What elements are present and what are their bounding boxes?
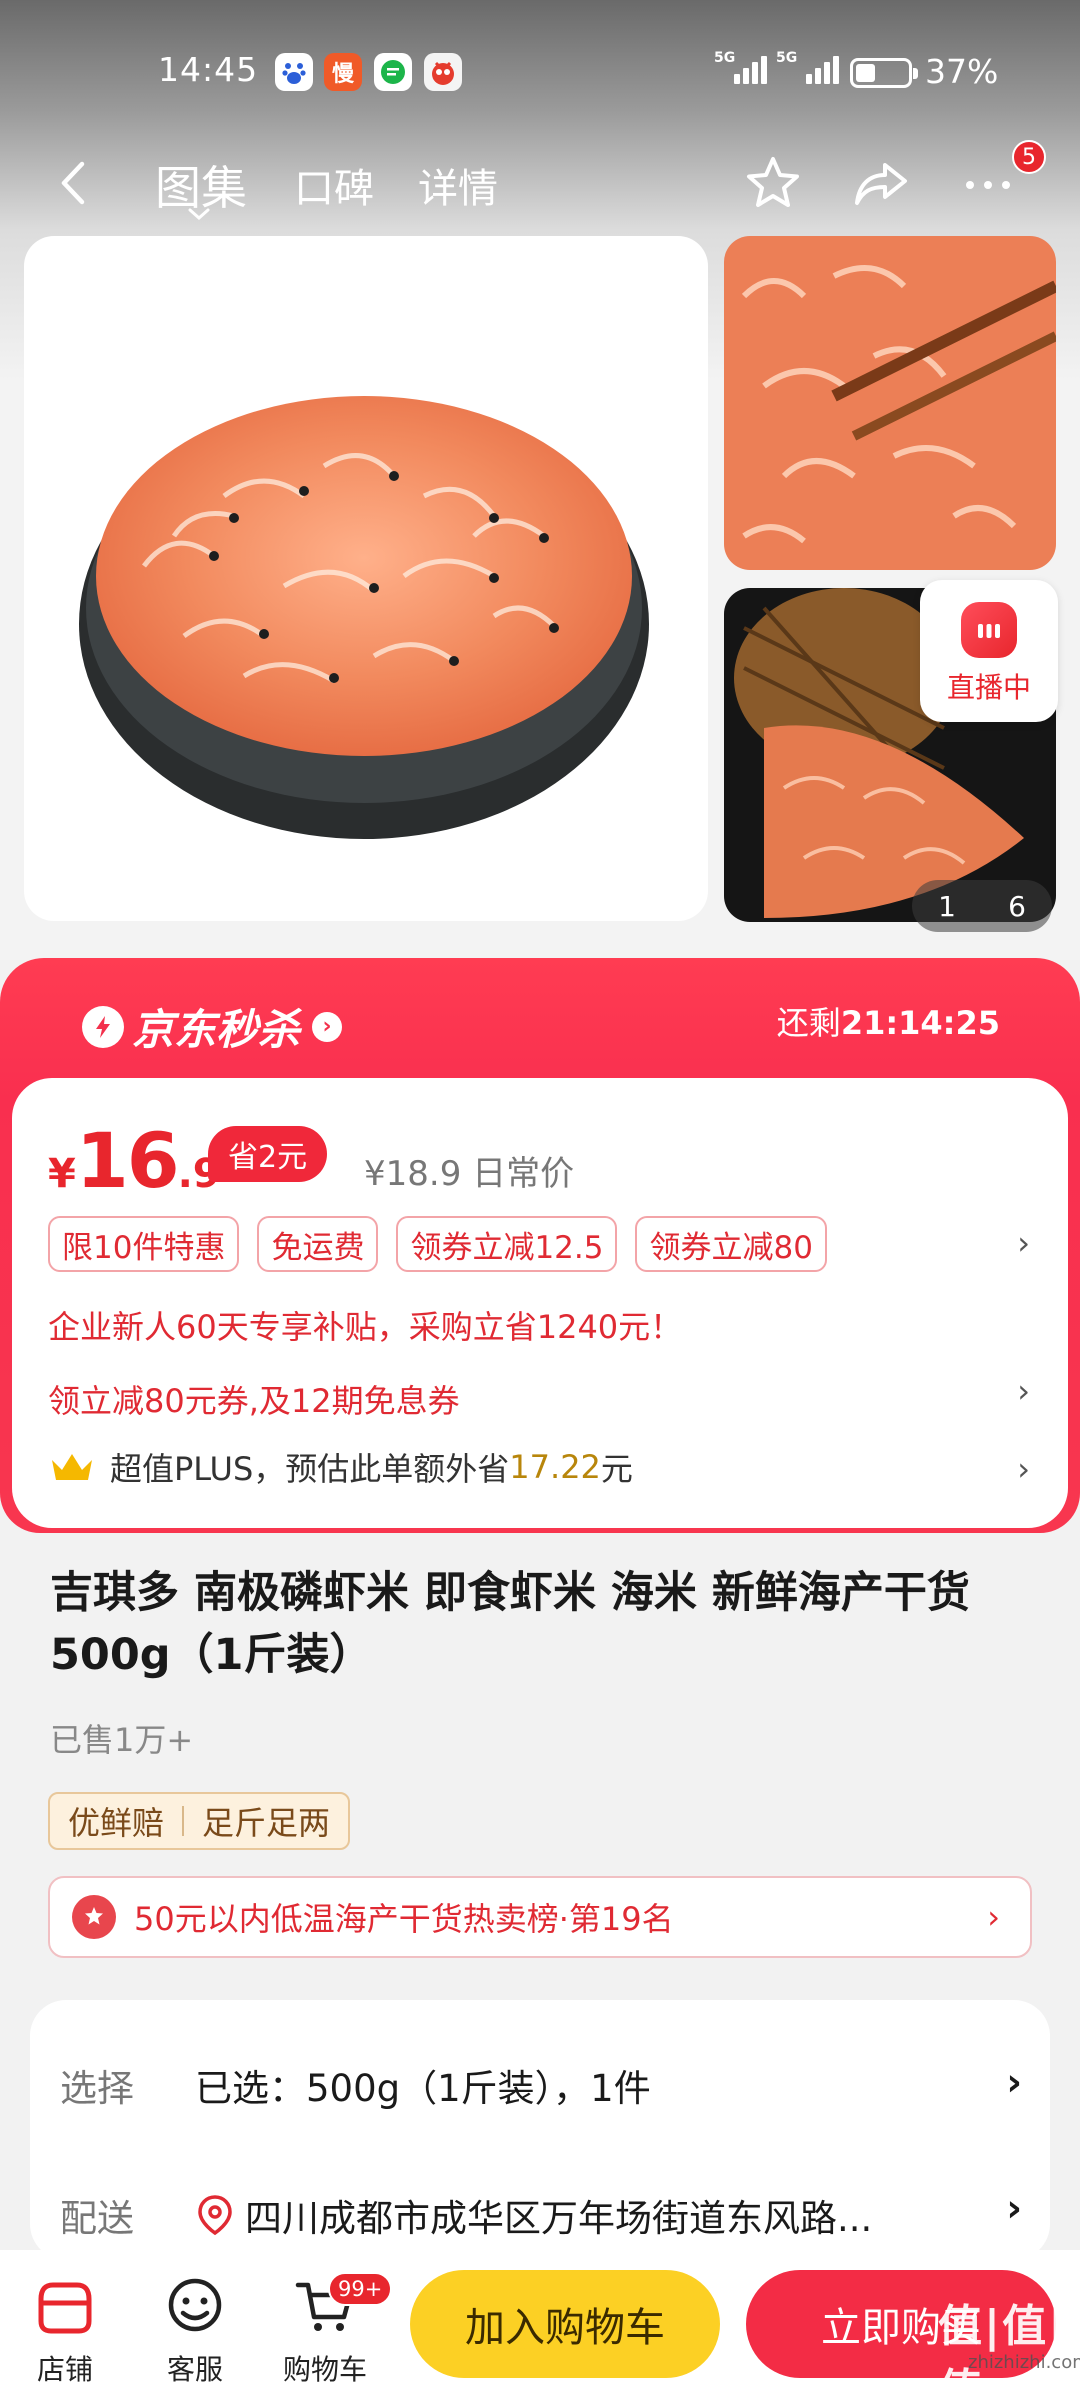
watermark-logo: 值|值|值	[938, 2301, 1067, 2400]
ranking-bar[interactable]: 50元以内低温海产干货热卖榜·第19名 ›	[48, 1876, 1032, 1958]
bottom-action-bar: 店铺 客服 购物车 99+ 加入购物车 立即购买	[0, 2250, 1080, 2400]
more-icon	[966, 181, 1010, 189]
chevron-right-icon[interactable]: ›	[1006, 2186, 1022, 2230]
product-title: 吉琪多 南极磷虾米 即食虾米 海米 新鲜海产干货 500g（1斤装）	[50, 1568, 970, 1680]
select-label: 选择	[60, 2067, 134, 2110]
promo-tags[interactable]: 限10件特惠 免运费 领券立减12.5 领券立减80	[48, 1216, 827, 1272]
cart-badge: 99+	[328, 2272, 393, 2306]
message-badge: 5	[1012, 140, 1046, 174]
status-time: 14:45	[158, 50, 259, 89]
ranking-chevron-icon: ›	[987, 1898, 1000, 1936]
manman-icon: 慢	[324, 53, 362, 91]
lightning-icon	[82, 1005, 124, 1048]
coupon-chevron-icon[interactable]: ›	[1017, 1372, 1030, 1410]
dried-shrimp-closeup-image	[724, 236, 1056, 570]
plus-savings-row[interactable]: 超值PLUS ，预估此单额外省 17.22 元	[48, 1444, 633, 1490]
enterprise-subsidy-text[interactable]: 企业新人60天专享补贴，采购立省1240元！	[48, 1302, 682, 1348]
flash-sale-link[interactable]: 京东秒杀 ›	[82, 996, 343, 1057]
baidu-icon	[275, 53, 313, 91]
nav-bar: 图集 口碑 详情 5	[0, 140, 1080, 230]
shrimp-bowl-image	[79, 396, 649, 839]
timer-value: 21:14:25	[840, 1004, 1000, 1042]
chevron-right-icon: ›	[312, 1011, 343, 1042]
promo-tag: 免运费	[257, 1216, 379, 1272]
battery-icon	[850, 58, 918, 88]
timer-label: 还剩	[776, 1004, 841, 1042]
ranking-text: 50元以内低温海产干货热卖榜·第19名	[134, 1900, 674, 1938]
main-product-image[interactable]	[24, 236, 708, 921]
select-value: 已选：500g（1斤装），1件	[195, 2067, 651, 2110]
game-icon	[424, 53, 462, 91]
shop-icon	[30, 2272, 100, 2342]
delivery-address: 四川成都市成华区万年场街道东风路...	[245, 2197, 873, 2240]
selection-card: 选择 已选：500g（1斤装），1件 › 配送 四川成都市成华区万年场街道东风路…	[30, 2000, 1050, 2260]
favorite-button[interactable]	[740, 150, 806, 216]
chevron-left-icon	[61, 161, 85, 205]
live-stream-button[interactable]: 直播中	[920, 580, 1058, 722]
customer-service-icon	[160, 2272, 230, 2342]
chat-icon	[374, 53, 412, 91]
plus-chevron-icon[interactable]: ›	[1017, 1450, 1030, 1488]
customer-service-button[interactable]: 客服	[140, 2272, 250, 2388]
customer-service-label: 客服	[166, 2353, 223, 2386]
plus-amount: 17.22	[509, 1448, 601, 1486]
cart-button[interactable]: 购物车 99+	[270, 2272, 393, 2388]
service-tags[interactable]: 优鲜赔 足斤足两	[48, 1792, 351, 1850]
service-tag: 足斤足两	[202, 1804, 331, 1842]
price-card: ¥ 16 .9 省2元 ¥18.9 日常价 限10件特惠 免运费 领券立减12.…	[12, 1078, 1068, 1528]
delivery-row[interactable]: 配送 四川成都市成华区万年场街道东风路...	[60, 2188, 872, 2242]
medal-icon	[72, 1895, 116, 1939]
flash-sale-title: 京东秒杀	[132, 1005, 301, 1054]
promo-tag: 限10件特惠	[48, 1216, 240, 1272]
coupon-line[interactable]: 领立减80元券,及12期免息券	[48, 1376, 460, 1422]
watermark-url: zhizhizhi.com	[968, 2352, 1080, 2373]
signal-1-icon: 5G	[714, 50, 767, 84]
page-current: 1	[938, 889, 956, 923]
price-integer: 16	[75, 1116, 180, 1205]
crown-icon	[52, 1454, 92, 1480]
tab-reviews[interactable]: 口碑	[294, 156, 374, 214]
location-pin-icon	[198, 2195, 232, 2236]
tab-details[interactable]: 详情	[418, 156, 498, 214]
delivery-label: 配送	[60, 2197, 134, 2240]
plus-unit: 元	[600, 1450, 633, 1488]
shop-button[interactable]: 店铺	[10, 2272, 120, 2388]
status-bar: 14:45 慢 5G 5G 37%	[0, 40, 1080, 104]
tab-active-indicator	[188, 208, 210, 220]
original-price: ¥18.9 日常价	[364, 1154, 575, 1194]
back-button[interactable]	[50, 158, 100, 208]
sold-count: 已售1万+	[50, 1721, 194, 1759]
price-currency: ¥	[48, 1151, 76, 1197]
service-tag: 优鲜赔	[68, 1804, 165, 1842]
promo-tag: 领券立减80	[635, 1216, 827, 1272]
image-page-indicator: 1 6	[912, 880, 1052, 932]
flash-sale-timer: 还剩21:14:25	[777, 998, 1000, 1044]
cart-label: 购物车	[282, 2353, 367, 2386]
plus-text: ，预估此单额外省	[253, 1450, 510, 1488]
shop-label: 店铺	[36, 2353, 93, 2386]
gallery-thumbnail-1[interactable]	[724, 236, 1056, 570]
spec-select-row[interactable]: 选择 已选：500g（1斤装），1件	[60, 2058, 651, 2112]
signal-2-icon: 5G	[776, 50, 839, 84]
add-to-cart-button[interactable]: 加入购物车	[410, 2270, 720, 2378]
share-button[interactable]	[848, 150, 914, 216]
battery-fill	[856, 64, 875, 82]
more-button[interactable]	[955, 150, 1021, 216]
save-tag: 省2元	[208, 1126, 328, 1182]
live-label: 直播中	[946, 671, 1031, 704]
promo-chevron-icon[interactable]: ›	[1017, 1224, 1030, 1262]
promo-tag: 领券立减12.5	[396, 1216, 618, 1272]
live-icon	[961, 602, 1017, 658]
battery-percent: 37%	[925, 52, 999, 91]
service-separator	[182, 1806, 185, 1836]
plus-label: 超值PLUS	[110, 1450, 254, 1488]
star-icon	[747, 157, 799, 207]
share-icon	[855, 163, 907, 205]
current-price: ¥ 16 .9	[48, 1116, 221, 1205]
chevron-right-icon[interactable]: ›	[1006, 2060, 1022, 2104]
page-total: 6	[1008, 889, 1026, 923]
